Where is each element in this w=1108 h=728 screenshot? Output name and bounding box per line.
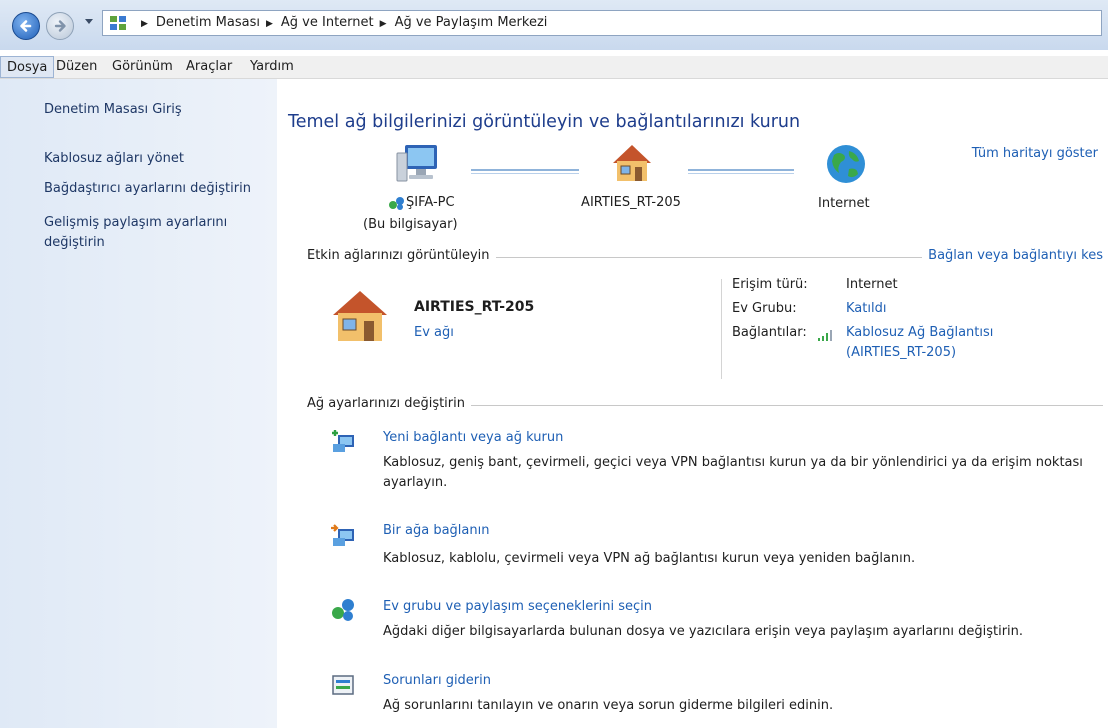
homegroup-small-icon (389, 197, 404, 210)
active-networks-heading: Etkin ağlarınızı görüntüleyin (307, 248, 496, 263)
menu-bar: Dosya Düzen Görünüm Araçlar Yardım (0, 56, 1108, 79)
network-location-icon (110, 16, 126, 30)
address-bar: ▶ Denetim Masası ▶ Ağ ve Internet ▶ Ağ ve Pay… (0, 0, 1108, 50)
house-icon[interactable] (609, 141, 655, 185)
change-settings-heading: Ağ ayarlarınızı değiştirin (307, 396, 471, 411)
menu-araclar[interactable]: Araçlar (180, 56, 238, 78)
map-connection-line (688, 169, 794, 174)
sidebar: Denetim Masası Giriş Kablosuz ağları yön… (0, 79, 277, 728)
connections-label: Bağlantılar: (732, 325, 807, 340)
task-connect-network-link[interactable]: Bir ağa bağlanın (383, 523, 489, 538)
forward-button[interactable] (46, 12, 74, 40)
sidebar-item-advanced-sharing[interactable]: Gelişmiş paylaşım ayarlarını değiştirin (44, 213, 259, 253)
computer-name: ŞIFA-PC (406, 195, 455, 210)
computer-icon[interactable] (395, 143, 441, 185)
homegroup-icon[interactable] (330, 597, 356, 623)
house-icon (333, 291, 387, 341)
breadcrumb-item[interactable]: Ağ ve Paylaşım Merkezi (395, 15, 548, 30)
task-connect-network-desc: Kablosuz, kablolu, çevirmeli veya VPN ağ… (383, 551, 916, 566)
breadcrumb-item[interactable]: Ağ ve Internet (281, 15, 374, 30)
map-connection-line (471, 169, 579, 174)
homegroup-label: Ev Grubu: (732, 301, 797, 316)
new-connection-icon[interactable] (330, 429, 356, 455)
active-networks-header: Etkin ağlarınızı görüntüleyin Bağlan vey… (307, 248, 1103, 266)
sidebar-item-control-panel-home[interactable]: Denetim Masası Giriş (44, 100, 264, 120)
internet-label: Internet (818, 196, 870, 211)
menu-duzen[interactable]: Düzen (50, 56, 103, 78)
task-troubleshoot-link[interactable]: Sorunları giderin (383, 673, 491, 688)
access-type-label: Erişim türü: (732, 277, 808, 292)
task-new-connection-link[interactable]: Yeni bağlantı veya ağ kurun (383, 430, 563, 445)
signal-bars-icon (818, 330, 832, 341)
recent-pages-dropdown-icon[interactable] (84, 18, 94, 26)
computer-subtitle: (Bu bilgisayar) (363, 217, 458, 232)
back-button[interactable] (12, 12, 40, 40)
change-settings-header: Ağ ayarlarınızı değiştirin (307, 396, 1103, 414)
task-homegroup-desc: Ağdaki diğer bilgisayarlarda bulunan dos… (383, 624, 1024, 639)
troubleshoot-icon[interactable] (330, 672, 356, 698)
menu-dosya[interactable]: Dosya (0, 56, 55, 78)
breadcrumb-separator-icon[interactable]: ▶ (266, 19, 273, 29)
access-type-value: Internet (846, 277, 898, 292)
address-box[interactable]: ▶ Denetim Masası ▶ Ağ ve Internet ▶ Ağ ve Pay… (102, 10, 1102, 36)
connect-network-icon[interactable] (330, 523, 356, 549)
task-new-connection-desc: Kablosuz, geniş bant, çevirmeli, geçici … (383, 455, 1083, 490)
back-arrow-icon (20, 20, 32, 32)
breadcrumb: ▶ Denetim Masası ▶ Ağ ve Internet ▶ Ağ ve Pay… (135, 11, 547, 35)
wireless-connection-ssid-link[interactable]: (AIRTIES_RT-205) (846, 345, 956, 360)
router-name: AIRTIES_RT-205 (581, 195, 681, 210)
globe-icon[interactable] (825, 143, 867, 185)
breadcrumb-separator-icon: ▶ (141, 19, 148, 29)
homegroup-value-link[interactable]: Katıldı (846, 301, 886, 316)
connect-disconnect-link[interactable]: Bağlan veya bağlantıyı kes (922, 248, 1103, 263)
network-name: AIRTIES_RT-205 (414, 299, 535, 315)
page-title: Temel ağ bilgilerinizi görüntüleyin ve b… (288, 112, 801, 132)
sidebar-item-manage-wireless[interactable]: Kablosuz ağları yönet (44, 149, 264, 169)
menu-yardim[interactable]: Yardım (244, 56, 300, 78)
breadcrumb-item[interactable]: Denetim Masası (156, 15, 260, 30)
sidebar-item-adapter-settings[interactable]: Bağdaştırıcı ayarlarını değiştirin (44, 179, 264, 199)
task-homegroup-link[interactable]: Ev grubu ve paylaşım seçeneklerini seçin (383, 599, 652, 614)
breadcrumb-separator-icon[interactable]: ▶ (380, 19, 387, 29)
see-full-map-link[interactable]: Tüm haritayı göster (972, 146, 1098, 161)
network-type-link[interactable]: Ev ağı (414, 325, 454, 340)
forward-arrow-icon (54, 20, 66, 32)
info-divider (721, 279, 722, 379)
main-content: Temel ağ bilgilerinizi görüntüleyin ve b… (277, 79, 1108, 728)
menu-gorunum[interactable]: Görünüm (106, 56, 179, 78)
wireless-connection-link[interactable]: Kablosuz Ağ Bağlantısı (846, 325, 993, 340)
task-troubleshoot-desc: Ağ sorunlarını tanılayın ve onarın veya … (383, 698, 834, 713)
